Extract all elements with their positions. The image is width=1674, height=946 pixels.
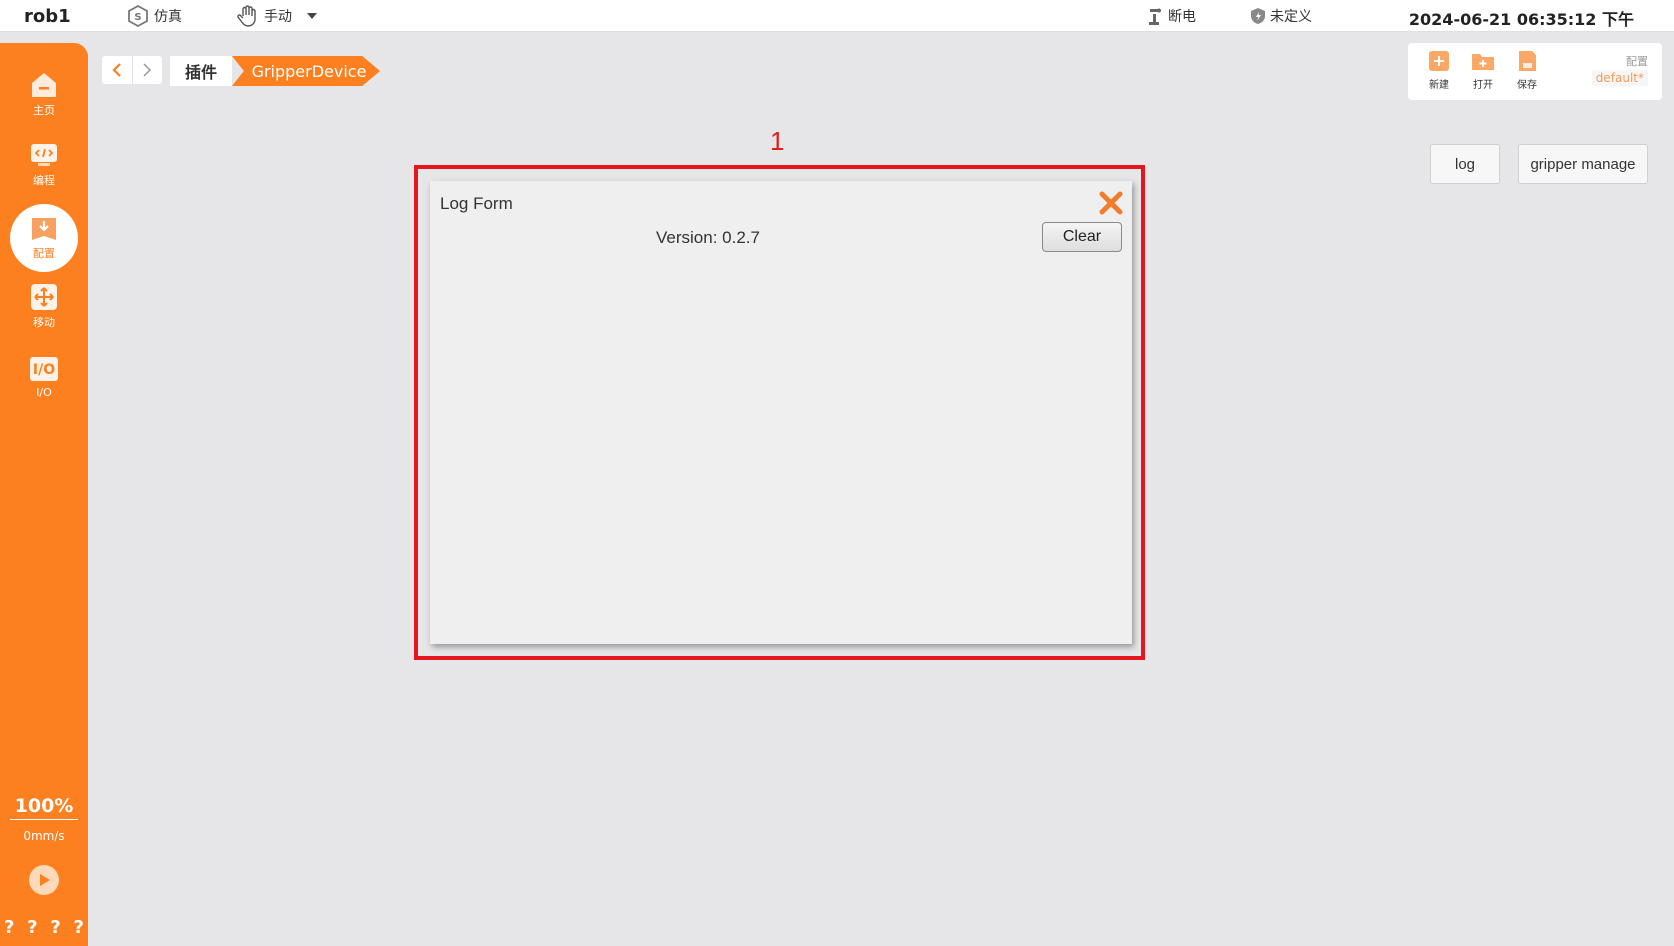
hand-icon xyxy=(237,5,256,27)
status-mark: ? xyxy=(73,917,84,938)
save-icon xyxy=(1519,51,1536,71)
datetime-display: 2024-06-21 06:35:12 下午 xyxy=(1408,10,1634,29)
version-label: Version: 0.2.7 xyxy=(656,228,760,247)
chevron-left-icon xyxy=(112,63,121,77)
sidebar-item-label: 配置 xyxy=(33,247,55,260)
play-icon xyxy=(40,874,50,886)
breadcrumb-gripper-device[interactable]: GripperDevice xyxy=(232,56,380,86)
config-label: 配置 xyxy=(1626,55,1648,68)
top-status-bar: rob1 S 仿真 手动 断电 未定义 2024-06-21 06:35:12 … xyxy=(0,0,1674,32)
sidebar-item-home[interactable]: 主页 xyxy=(10,61,78,129)
sidebar: 主页 编程 配置 移动 I/O I/O 100% 0mm/s ? ? ? ? xyxy=(0,43,88,946)
io-icon: I/O xyxy=(30,356,58,381)
home-icon xyxy=(32,73,56,97)
save-label: 保存 xyxy=(1517,80,1537,91)
sidebar-item-programming[interactable]: 编程 xyxy=(10,131,78,199)
mode-label: 手动 xyxy=(264,9,292,25)
robot-arm-icon xyxy=(1149,8,1161,25)
sidebar-item-label: 移动 xyxy=(33,316,55,329)
open-label: 打开 xyxy=(1473,80,1493,91)
status-mark: ? xyxy=(50,917,61,938)
log-button[interactable]: log xyxy=(1430,144,1500,184)
svg-text:I/O: I/O xyxy=(33,362,55,378)
sidebar-item-io[interactable]: I/O I/O xyxy=(10,343,78,411)
close-button[interactable] xyxy=(1098,190,1124,216)
file-panel: 新建 打开 保存 配置 default* xyxy=(1408,43,1662,100)
config-icon xyxy=(32,218,56,240)
simulation-label: 仿真 xyxy=(154,9,182,25)
sidebar-item-label: I/O xyxy=(36,385,52,399)
status-mark: ? xyxy=(27,917,38,938)
sidebar-item-label: 主页 xyxy=(33,104,55,117)
new-button[interactable]: 新建 xyxy=(1422,49,1456,91)
dialog-title: Log Form xyxy=(440,194,513,213)
folder-icon xyxy=(1472,54,1494,70)
move-icon xyxy=(31,284,57,310)
back-button[interactable] xyxy=(102,56,133,84)
log-form-dialog: Log Form Version: 0.2.7 Clear xyxy=(430,181,1132,644)
power-label: 断电 xyxy=(1168,9,1196,25)
simulation-toggle[interactable]: S 仿真 xyxy=(126,4,182,28)
chevron-right-icon xyxy=(143,63,152,77)
gripper-manage-button[interactable]: gripper manage xyxy=(1518,144,1648,184)
annotation-number: 1 xyxy=(770,126,785,156)
history-nav xyxy=(102,56,162,84)
speed-percent[interactable]: 100% xyxy=(10,795,78,820)
breadcrumb-plugins[interactable]: 插件 xyxy=(170,56,232,86)
mode-selector[interactable]: 手动 xyxy=(236,4,320,28)
play-button[interactable] xyxy=(29,865,59,895)
sidebar-item-move[interactable]: 移动 xyxy=(10,273,78,341)
safety-status: 未定义 xyxy=(1250,4,1312,28)
simulation-icon: S xyxy=(128,4,148,28)
save-button[interactable]: 保存 xyxy=(1510,49,1544,91)
forward-button[interactable] xyxy=(133,56,163,84)
clear-button[interactable]: Clear xyxy=(1042,222,1122,252)
close-icon xyxy=(1099,191,1123,215)
new-label: 新建 xyxy=(1429,80,1449,91)
power-status: 断电 xyxy=(1146,4,1196,28)
safety-label: 未定义 xyxy=(1270,9,1312,25)
svg-text:S: S xyxy=(134,12,141,23)
open-button[interactable]: 打开 xyxy=(1466,49,1500,91)
status-indicators: ? ? ? ? xyxy=(4,917,88,938)
status-mark: ? xyxy=(4,917,15,938)
new-file-icon xyxy=(1429,51,1449,71)
code-icon xyxy=(31,144,57,166)
shield-icon xyxy=(1251,8,1265,24)
speed-value: 0mm/s xyxy=(23,829,65,843)
chevron-down-icon xyxy=(307,13,317,19)
sidebar-item-config[interactable]: 配置 xyxy=(10,204,78,272)
sidebar-item-label: 编程 xyxy=(33,174,55,187)
robot-name: rob1 xyxy=(24,6,71,27)
config-value[interactable]: default* xyxy=(1591,70,1648,86)
